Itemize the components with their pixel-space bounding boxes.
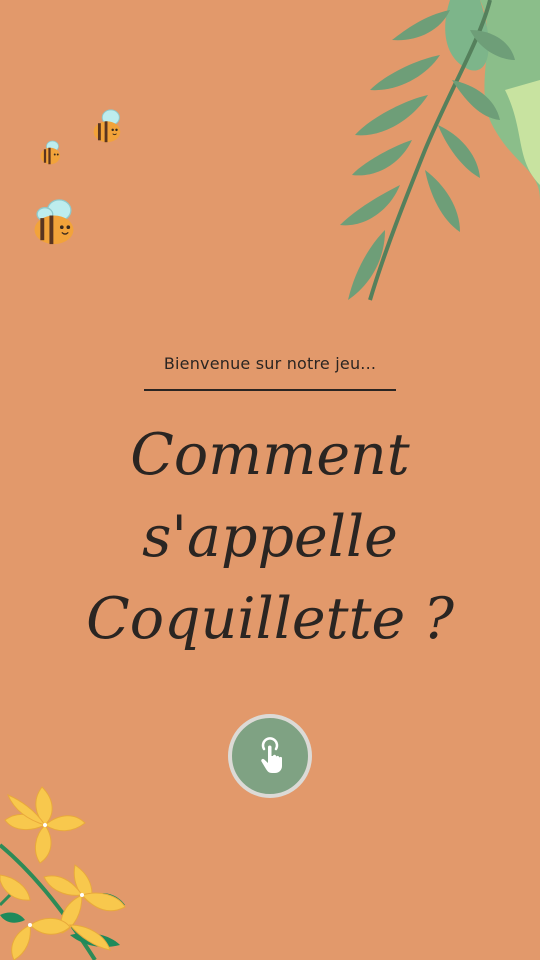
title-line-3: Coquillette ? [86,586,454,652]
tap-hand-icon [261,737,282,773]
bee-icon [40,140,60,165]
bee-icon [34,199,74,245]
title-line-2: s'appelle [142,504,398,570]
divider-line [144,389,396,391]
bee-icon [93,109,121,143]
title-line-1: Comment [130,422,410,488]
game-welcome-screen: Bienvenue sur notre jeu... Comment s'app… [0,0,540,960]
page-title: Comment s'appelle Coquillette ? [0,414,540,660]
flowers-decoration [0,786,126,960]
leaves-decoration [340,0,540,301]
welcome-subtitle: Bienvenue sur notre jeu... [163,354,377,373]
start-button[interactable] [228,714,312,798]
